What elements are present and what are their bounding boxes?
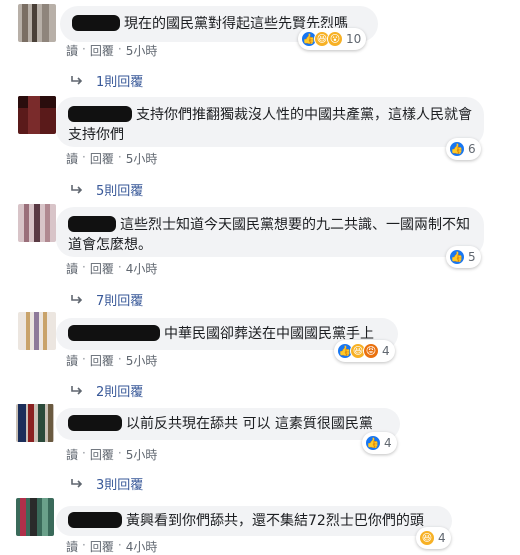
reaction-summary[interactable]: 😆 4 [416, 527, 451, 549]
avatar[interactable] [18, 312, 56, 350]
reply-arrow-icon [70, 385, 84, 397]
comment-actions: 讀 · 回覆 · 5小時 [66, 352, 158, 369]
reaction-summary[interactable]: 👍 😆 😡 4 [334, 340, 395, 362]
wow-reaction-icon: 😮 [327, 31, 343, 47]
angry-reaction-icon: 😡 [363, 343, 379, 359]
reaction-count: 5 [468, 250, 476, 264]
avatar[interactable] [18, 96, 56, 134]
read-link[interactable]: 讀 [66, 260, 78, 277]
reply-arrow-icon [70, 184, 84, 196]
reaction-summary[interactable]: 👍 4 [362, 432, 397, 454]
comment-actions: 讀 · 回覆 · 5小時 [66, 150, 158, 167]
comment-bubble: 支持你們推翻獨裁沒人性的中國共產黨，這樣人民就會支持你們 [56, 97, 484, 147]
view-replies-link[interactable]: 2則回覆 [70, 381, 143, 400]
view-replies-link[interactable]: 5則回覆 [70, 180, 143, 199]
read-link[interactable]: 讀 [66, 446, 78, 463]
reply-link[interactable]: 回覆 [90, 352, 114, 369]
timestamp[interactable]: 5小時 [126, 150, 158, 167]
like-reaction-icon: 👍 [449, 141, 465, 157]
redacted-name [68, 106, 132, 122]
reaction-summary[interactable]: 👍 6 [446, 138, 481, 160]
comment-bubble: 黃興看到你們舔共，還不集結72烈士巴你們的頭 [56, 506, 452, 536]
avatar[interactable] [18, 4, 56, 42]
timestamp[interactable]: 5小時 [126, 42, 158, 59]
reaction-summary[interactable]: 👍 😆 😮 10 [298, 28, 367, 50]
comment-bubble: 這些烈士知道今天國民黨想要的九二共識、一國兩制不知道會怎麼想。 [56, 207, 484, 257]
comment-bubble: 以前反共現在舔共 可以 這素質很國民黨 [56, 408, 400, 440]
comment-actions: 讀 · 回覆 · 5小時 [66, 42, 158, 59]
redacted-name [72, 15, 120, 31]
view-replies-link[interactable]: 3則回覆 [70, 474, 143, 493]
reaction-count: 4 [382, 344, 390, 358]
view-replies-link[interactable]: 7則回覆 [70, 290, 143, 309]
reply-link[interactable]: 回覆 [90, 446, 114, 463]
replies-count: 1則回覆 [96, 75, 144, 90]
comment-actions: 讀 · 回覆 · 4小時 [66, 260, 158, 277]
read-link[interactable]: 讀 [66, 352, 78, 369]
comment-text: 黃興看到你們舔共，還不集結72烈士巴你們的頭 [126, 513, 424, 529]
reply-link[interactable]: 回覆 [90, 42, 114, 59]
avatar[interactable] [16, 404, 54, 442]
replies-count: 5則回覆 [96, 184, 144, 199]
reply-arrow-icon [70, 478, 84, 490]
like-reaction-icon: 👍 [365, 435, 381, 451]
replies-count: 2則回覆 [96, 385, 144, 400]
redacted-name [68, 512, 122, 528]
read-link[interactable]: 讀 [66, 42, 78, 59]
reply-link[interactable]: 回覆 [90, 260, 114, 277]
haha-reaction-icon: 😆 [419, 530, 435, 546]
redacted-name [68, 216, 116, 232]
replies-count: 7則回覆 [96, 294, 144, 309]
reaction-summary[interactable]: 👍 5 [446, 246, 481, 268]
redacted-name [68, 415, 122, 431]
reply-link[interactable]: 回覆 [90, 538, 114, 555]
read-link[interactable]: 讀 [66, 150, 78, 167]
reaction-count: 4 [438, 531, 446, 545]
timestamp[interactable]: 5小時 [126, 352, 158, 369]
timestamp[interactable]: 5小時 [126, 446, 158, 463]
comment-actions: 讀 · 回覆 · 5小時 [66, 446, 158, 463]
reply-arrow-icon [70, 75, 84, 87]
avatar[interactable] [18, 204, 56, 242]
reaction-count: 6 [468, 142, 476, 156]
redacted-name [68, 325, 160, 341]
view-replies-link[interactable]: 1則回覆 [70, 71, 143, 90]
read-link[interactable]: 讀 [66, 538, 78, 555]
like-reaction-icon: 👍 [449, 249, 465, 265]
timestamp[interactable]: 4小時 [126, 538, 158, 555]
reply-link[interactable]: 回覆 [90, 150, 114, 167]
reaction-count: 4 [384, 436, 392, 450]
comment-actions: 讀 · 回覆 · 4小時 [66, 538, 158, 555]
reaction-count: 10 [346, 32, 362, 46]
avatar[interactable] [16, 498, 54, 536]
timestamp[interactable]: 4小時 [126, 260, 158, 277]
comment-text: 以前反共現在舔共 可以 這素質很國民黨 [126, 416, 373, 432]
replies-count: 3則回覆 [96, 478, 144, 493]
reply-arrow-icon [70, 294, 84, 306]
comment-text: 這些烈士知道今天國民黨想要的九二共識、一國兩制不知道會怎麼想。 [68, 217, 470, 253]
